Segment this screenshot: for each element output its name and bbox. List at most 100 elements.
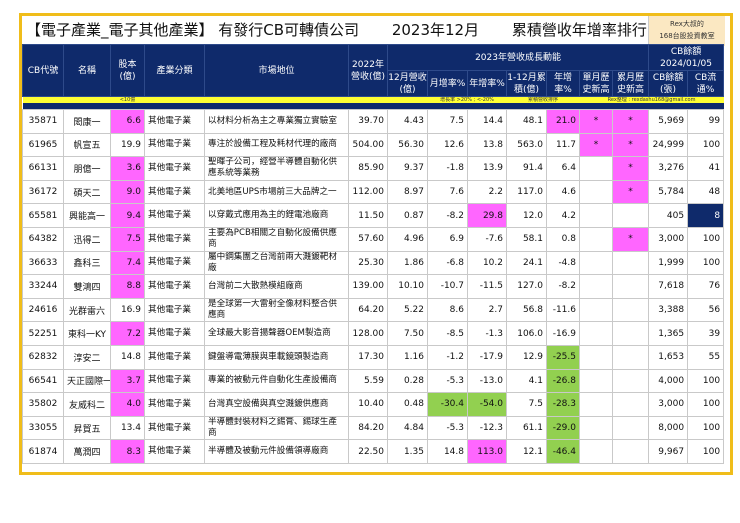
cell-ch: * [611, 109, 650, 134]
cell-name: 光群雷六 [63, 297, 111, 323]
cell-fl: 8 [687, 203, 725, 228]
cell-cyoy: 6.4 [546, 156, 580, 181]
cell-code: 62832 [22, 344, 64, 370]
cell-mh [579, 203, 613, 228]
cell-mh: * [579, 132, 613, 158]
cell-cap: 19.9 [110, 132, 145, 158]
cell-cb: 405 [648, 203, 689, 228]
cb-group-label: CB餘額 [670, 46, 702, 57]
cell-mom: 7.5 [427, 109, 468, 134]
cell-code: 33055 [22, 415, 64, 441]
cell-name: 鑫科三 [63, 250, 111, 276]
cell-ind: 其他電子業 [144, 392, 205, 417]
cell-r22: 10.40 [348, 392, 388, 417]
cell-ch [611, 415, 650, 441]
cell-dec: 0.87 [387, 203, 428, 228]
cell-yoy: 29.8 [467, 203, 507, 228]
cell-ch [611, 297, 650, 323]
cell-mom: 8.6 [427, 297, 468, 323]
cell-code: 64382 [22, 226, 64, 252]
cell-cap: 16.9 [110, 297, 145, 323]
cell-name: 萬潤四 [63, 439, 111, 464]
cell-ind: 其他電子業 [144, 439, 205, 464]
table-row: 65581 興能高一 9.4 其他電子業 以穿戴式應用為主的鋰電池廠商 11.50 0.87… [22, 203, 725, 228]
cell-mkt: 是全球第一大雷射全像材料整合供應商 [204, 297, 349, 323]
cell-name: 雙鴻四 [63, 274, 111, 299]
table-row: 36633 鑫科三 7.4 其他電子業 屬中鋼集團之台灣前兩大濺鍍靶材廠 25.30 1.8… [22, 250, 725, 276]
cell-dec: 0.48 [387, 392, 428, 417]
cell-r22: 504.00 [348, 132, 388, 158]
cell-mkt: 全球最大影音揚聲器OEM製造商 [204, 321, 349, 346]
cell-ch [611, 203, 650, 228]
cell-mh [579, 156, 613, 181]
cell-cyoy: 11.7 [546, 132, 580, 158]
cell-mkt: 半導體及被動元件設備領導廠商 [204, 439, 349, 464]
cell-mom: -6.8 [427, 250, 468, 276]
cell-cap: 8.3 [110, 439, 145, 464]
cell-dec: 1.35 [387, 439, 428, 464]
header-cum-yoy: 年增率% [546, 70, 580, 97]
cell-cb: 8,000 [648, 415, 689, 441]
cell-name: 朋億一 [63, 156, 111, 181]
cell-cap: 8.8 [110, 274, 145, 299]
header-capital: 股本(億) [110, 44, 145, 97]
cell-cum: 12.0 [506, 203, 547, 228]
cell-cyoy: -26.8 [546, 368, 580, 394]
cell-r22: 128.00 [348, 321, 388, 346]
cell-cum: 12.9 [506, 344, 547, 370]
title-main: 【電子產業_電子其他產業】 有發行CB可轉債公司 [26, 21, 360, 39]
cell-code: 66541 [22, 368, 64, 394]
cell-code: 65581 [22, 203, 64, 228]
cell-cum: 12.1 [506, 439, 547, 464]
table-row: 62832 淳安二 14.8 其他電子業 鍵盤導電薄膜與車載鏡頭製造商 17.30 1.16… [22, 344, 725, 370]
cell-name: 天正國際一 [63, 368, 111, 394]
cell-fl: 100 [687, 226, 725, 252]
cell-fl: 100 [687, 415, 725, 441]
cell-dec: 1.16 [387, 344, 428, 370]
cell-name: 興能高一 [63, 203, 111, 228]
cell-cb: 1,365 [648, 321, 689, 346]
cell-name: 帆宣五 [63, 132, 111, 158]
cell-mh [579, 415, 613, 441]
cell-mom: -8.5 [427, 321, 468, 346]
cell-cyoy: -29.0 [546, 415, 580, 441]
cell-dec: 5.22 [387, 297, 428, 323]
cell-mom: 14.8 [427, 439, 468, 464]
cell-ch: * [611, 132, 650, 158]
cell-cyoy: -25.5 [546, 344, 580, 370]
table-row: 64382 迅得二 7.5 其他電子業 主要為PCB相關之自動化設備供應商 57.60 4.… [22, 226, 725, 252]
cell-r22: 85.90 [348, 156, 388, 181]
cell-cum: 24.1 [506, 250, 547, 276]
cell-code: 52251 [22, 321, 64, 346]
cell-cyoy: -16.9 [546, 321, 580, 346]
cell-ch [611, 439, 650, 464]
cell-ind: 其他電子業 [144, 132, 205, 158]
cell-fl: 100 [687, 368, 725, 394]
cell-r22: 64.20 [348, 297, 388, 323]
cell-ind: 其他電子業 [144, 156, 205, 181]
table-row: 36172 碩天二 9.0 其他電子業 北美地區UPS市場前三大品牌之一 112.00 8.… [22, 179, 725, 205]
cell-ind: 其他電子業 [144, 415, 205, 441]
cell-ind: 其他電子業 [144, 321, 205, 346]
cell-mh [579, 274, 613, 299]
cell-yoy: -17.9 [467, 344, 507, 370]
cell-fl: 99 [687, 109, 725, 134]
cell-mkt: 以穿戴式應用為主的鋰電池廠商 [204, 203, 349, 228]
header-group-2023: 2023年營收成長動能 [386, 44, 650, 71]
cell-mom: -30.4 [427, 392, 468, 417]
cell-r22: 11.50 [348, 203, 388, 228]
cell-name: 迅得二 [63, 226, 111, 252]
header-cb-code: CB代號 [22, 44, 64, 97]
cell-fl: 100 [687, 439, 725, 464]
cell-yoy: -12.3 [467, 415, 507, 441]
cell-code: 35802 [22, 392, 64, 417]
cell-cum: 58.1 [506, 226, 547, 252]
cell-yoy: 113.0 [467, 439, 507, 464]
cell-name: 友威科二 [63, 392, 111, 417]
cell-cyoy: -46.4 [546, 439, 580, 464]
header-month-high: 單月歷史新高 [579, 70, 613, 97]
cell-fl: 55 [687, 344, 725, 370]
table-row: 66131 朋億一 3.6 其他電子業 聖暉子公司，經營半導體自動化供應系統等業務 85.… [22, 156, 725, 181]
cell-mh [579, 321, 613, 346]
cell-fl: 39 [687, 321, 725, 346]
